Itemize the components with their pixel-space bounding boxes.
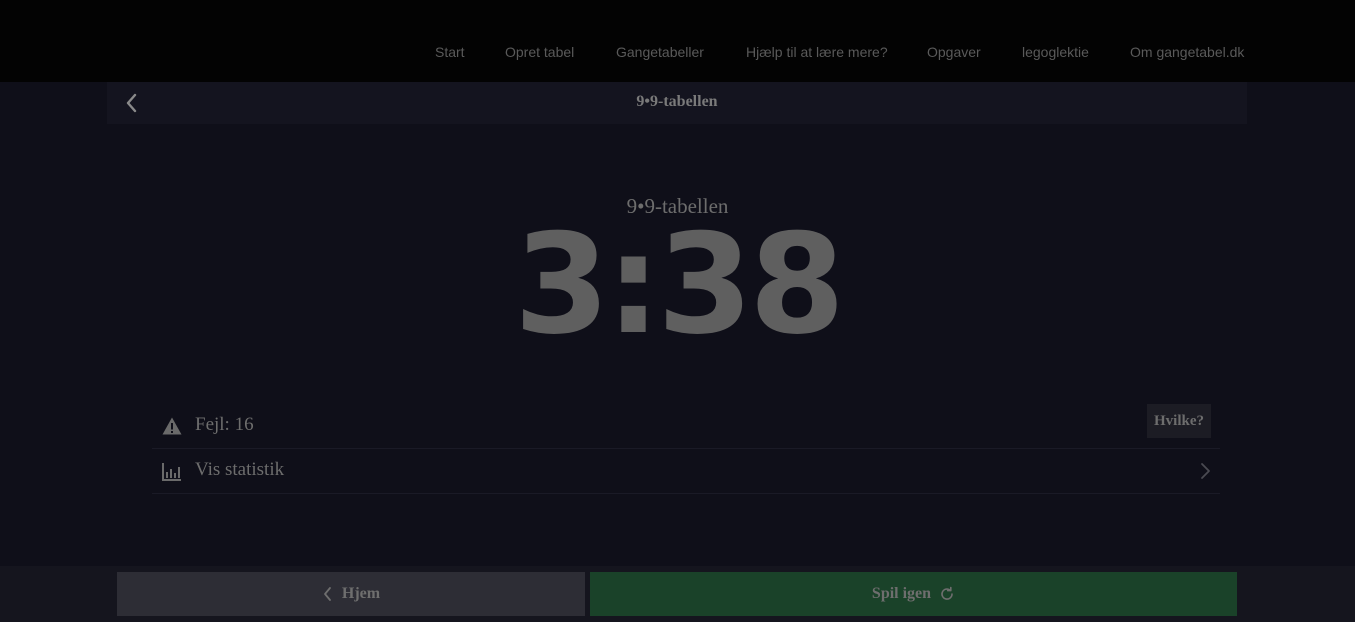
- statistics-row[interactable]: Vis statistik: [152, 449, 1220, 494]
- play-again-button[interactable]: Spil igen: [590, 572, 1237, 616]
- nav-item-opgaver[interactable]: Opgaver: [927, 44, 981, 60]
- errors-label: Fejl: 16: [195, 414, 254, 435]
- top-navigation: Start Opret tabel Gangetabeller Hjælp ti…: [0, 0, 1355, 82]
- nav-item-gangetabeller[interactable]: Gangetabeller: [616, 44, 704, 60]
- refresh-icon: [941, 586, 953, 600]
- warning-icon: [162, 417, 182, 435]
- home-button[interactable]: Hjem: [117, 572, 585, 616]
- chevron-right-icon: [1201, 463, 1210, 479]
- home-button-label: Hjem: [341, 585, 381, 602]
- nav-item-opret-tabel[interactable]: Opret tabel: [505, 44, 574, 60]
- title-bar: 9•9-tabellen: [107, 82, 1247, 124]
- nav-item-legoglektie[interactable]: legoglektie: [1022, 44, 1089, 60]
- errors-row: Fejl: 16 Hvilke?: [152, 404, 1220, 449]
- which-errors-button[interactable]: Hvilke?: [1147, 404, 1211, 438]
- nav-item-om[interactable]: Om gangetabel.dk: [1130, 44, 1244, 60]
- page-title: 9•9-tabellen: [636, 93, 718, 110]
- result-time: 3:38: [513, 204, 845, 365]
- footer-bar: Hjem Spil igen: [0, 566, 1355, 622]
- nav-item-start[interactable]: Start: [435, 44, 465, 60]
- nav-item-hjaelp[interactable]: Hjælp til at lære mere?: [746, 44, 888, 60]
- bar-chart-icon: [162, 463, 181, 481]
- statistics-label: Vis statistik: [195, 459, 285, 480]
- chevron-left-icon: [323, 587, 331, 601]
- play-again-label: Spil igen: [871, 585, 932, 602]
